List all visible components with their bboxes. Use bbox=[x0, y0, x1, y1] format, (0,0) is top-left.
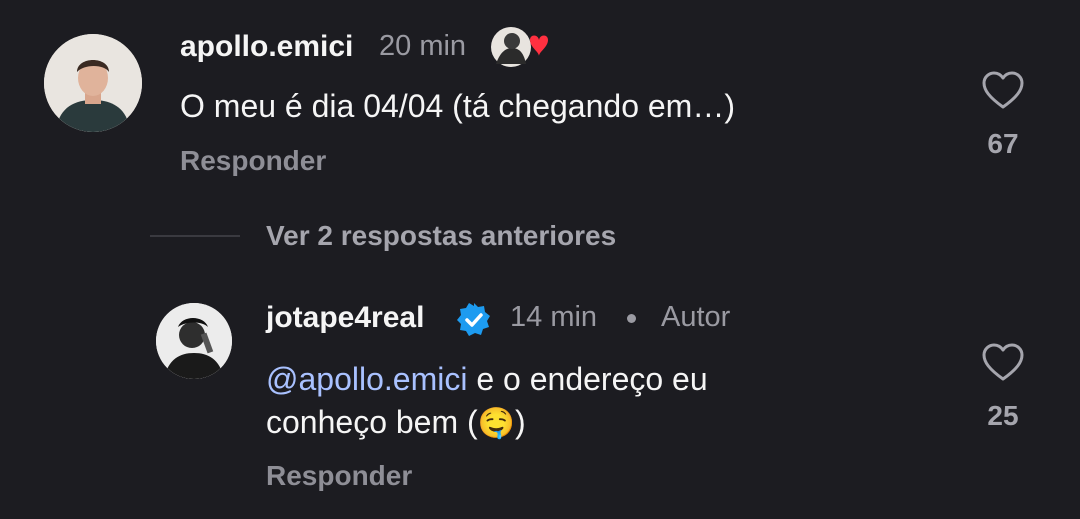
reply-username[interactable]: jotape4real bbox=[266, 301, 424, 335]
user-avatar-icon bbox=[156, 303, 232, 379]
author-badge: Autor bbox=[661, 301, 731, 333]
like-button[interactable] bbox=[981, 342, 1025, 382]
like-count: 25 bbox=[987, 400, 1019, 431]
separator-dot bbox=[627, 314, 636, 323]
mention-link[interactable]: @apollo.emici bbox=[266, 361, 467, 397]
heart-icon bbox=[982, 343, 1024, 381]
reply-text-close: ) bbox=[515, 404, 526, 440]
reply-text: @apollo.emici e o endereço eu conheço be… bbox=[266, 358, 906, 445]
heart-icon bbox=[982, 71, 1024, 109]
replies-divider bbox=[150, 235, 240, 237]
avatar-jotape4real[interactable] bbox=[156, 303, 232, 379]
comment-timestamp: 20 min bbox=[379, 30, 467, 62]
reply-text-line1: e o endereço eu bbox=[467, 361, 708, 397]
like-button[interactable] bbox=[981, 70, 1025, 110]
verified-badge-icon bbox=[456, 302, 492, 338]
reply-button[interactable]: Responder bbox=[266, 460, 412, 492]
avatar-apollo[interactable] bbox=[44, 34, 142, 132]
liked-by-author-icon bbox=[490, 24, 550, 70]
reply-timestamp: 14 min bbox=[510, 301, 598, 333]
like-count: 67 bbox=[987, 128, 1019, 159]
comment-username[interactable]: apollo.emici bbox=[180, 30, 353, 64]
drooling-face-emoji: 🤤 bbox=[477, 406, 516, 441]
view-previous-replies-button[interactable]: Ver 2 respostas anteriores bbox=[266, 220, 616, 252]
reply-button[interactable]: Responder bbox=[180, 145, 326, 177]
user-avatar-icon bbox=[44, 34, 142, 132]
reply-text-line2: conheço bem ( bbox=[266, 404, 478, 440]
comment-text: O meu é dia 04/04 (tá chegando em…) bbox=[180, 88, 735, 124]
